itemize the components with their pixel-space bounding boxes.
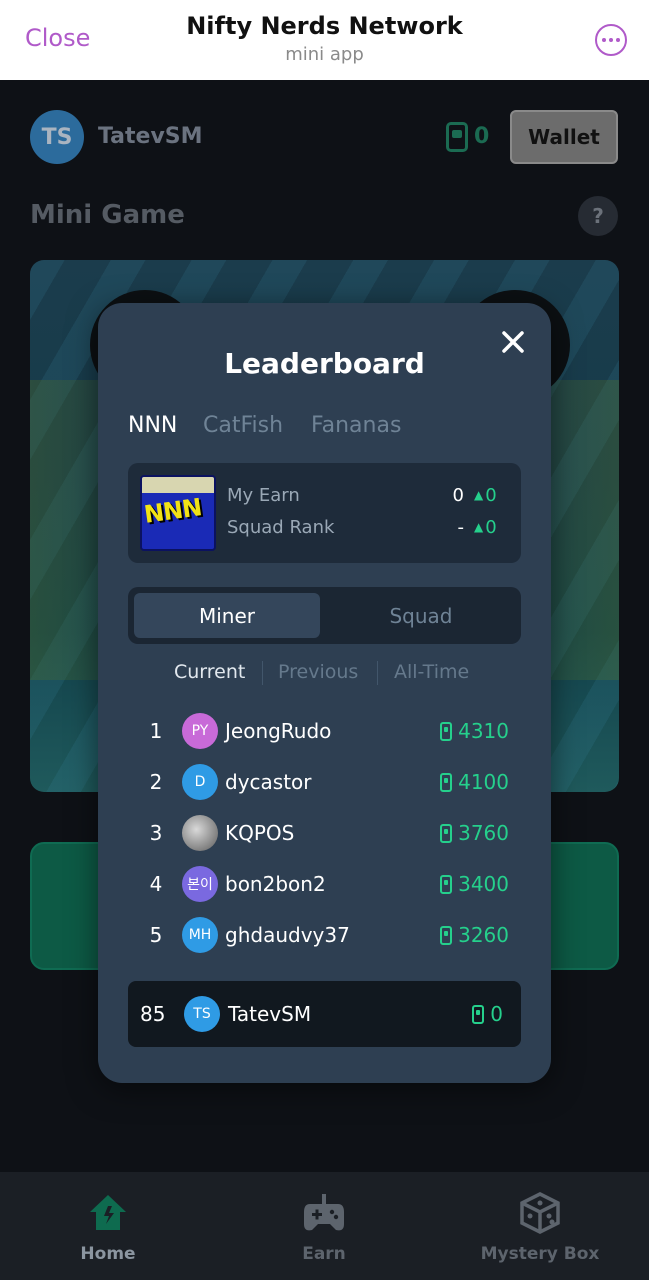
nav-home[interactable]: Home <box>0 1172 216 1280</box>
coin-icon <box>440 721 453 741</box>
squad-tab[interactable]: Squad <box>328 593 514 638</box>
player-amount: 3760 <box>440 821 509 845</box>
leaderboard-list[interactable]: 1 PY JeongRudo 4310 2 D dycastor 4100 3 … <box>98 703 551 983</box>
period-current[interactable]: Current <box>174 661 245 683</box>
period-tabs: Current Previous All-Time <box>98 659 551 689</box>
avatar: D <box>182 764 218 800</box>
player-name: bon2bon2 <box>225 872 326 896</box>
nav-earn-label: Earn <box>302 1244 346 1264</box>
my-name: TatevSM <box>228 1002 312 1026</box>
player-amount: 4310 <box>440 719 509 743</box>
coin-icon <box>440 925 453 945</box>
avatar[interactable]: TS <box>30 110 84 164</box>
username: TatevSM <box>98 124 203 149</box>
leaderboard-modal: Leaderboard NNN CatFish Fananas NNN My E… <box>98 303 551 1083</box>
player-name: dycastor <box>225 770 312 794</box>
my-amount: 0 <box>472 1002 503 1026</box>
coin-icon <box>472 1004 485 1024</box>
period-previous[interactable]: Previous <box>278 661 358 683</box>
player-name: ghdaudvy37 <box>225 923 350 947</box>
leaderboard-row[interactable]: 5 MH ghdaudvy37 3260 <box>98 909 551 960</box>
app-title: Nifty Nerds Network <box>186 12 463 40</box>
player-name: KQPOS <box>225 821 295 845</box>
nav-earn[interactable]: Earn <box>216 1172 432 1280</box>
nnn-logo: NNN <box>140 475 216 551</box>
tab-catfish[interactable]: CatFish <box>203 413 283 438</box>
nav-home-label: Home <box>80 1244 136 1264</box>
nav-mystery-label: Mystery Box <box>480 1244 600 1264</box>
coin-icon <box>440 823 453 843</box>
wallet-button[interactable]: Wallet <box>510 110 618 164</box>
player-amount: 3260 <box>440 923 509 947</box>
my-earn-label: My Earn <box>227 485 300 506</box>
player-amount: 4100 <box>440 770 509 794</box>
up-arrow-icon: ▲ <box>474 520 484 534</box>
leaderboard-row[interactable]: 4 본이 bon2bon2 3400 <box>98 858 551 909</box>
avatar: 본이 <box>182 866 218 902</box>
help-icon[interactable]: ? <box>578 196 618 236</box>
squad-rank-row: Squad Rank - ▲ 0 <box>227 517 511 543</box>
home-icon <box>90 1195 126 1230</box>
my-rank-row: 85 TS TatevSM 0 <box>128 981 521 1047</box>
avatar: PY <box>182 713 218 749</box>
tab-fananas[interactable]: Fananas <box>311 413 401 438</box>
balance-value: 0 <box>474 124 490 149</box>
leaderboard-row[interactable]: 3 KQPOS 3760 <box>98 807 551 858</box>
my-earn-card: NNN My Earn 0 ▲ 0 Squad Rank - ▲ 0 <box>128 463 521 563</box>
miner-squad-toggle: Miner Squad <box>128 587 521 644</box>
mini-app-header: Close Nifty Nerds Network mini app <box>0 0 649 80</box>
player-name: JeongRudo <box>225 719 332 743</box>
coin-icon <box>440 874 453 894</box>
my-earn-delta: ▲ 0 <box>474 485 497 506</box>
period-all-time[interactable]: All-Time <box>394 661 469 683</box>
nav-mystery-box[interactable]: Mystery Box <box>432 1172 648 1280</box>
squad-rank-delta: ▲ 0 <box>474 517 497 538</box>
my-earn-value: 0 <box>452 485 464 506</box>
coin-icon <box>446 122 468 152</box>
bottom-nav: Home Earn Mystery Box <box>0 1172 649 1280</box>
section-title: Mini Game <box>30 200 185 230</box>
squad-rank-value: - <box>457 517 465 538</box>
avatar <box>182 815 218 851</box>
miner-tab[interactable]: Miner <box>134 593 320 638</box>
app-subtitle: mini app <box>285 44 364 65</box>
avatar: MH <box>182 917 218 953</box>
up-arrow-icon: ▲ <box>474 488 484 502</box>
avatar: TS <box>184 996 220 1032</box>
more-options-icon[interactable] <box>595 24 627 56</box>
leaderboard-row[interactable]: 1 PY JeongRudo 4310 <box>98 705 551 756</box>
squad-rank-label: Squad Rank <box>227 517 335 538</box>
dice-box-icon <box>520 1192 560 1234</box>
modal-title: Leaderboard <box>224 347 425 380</box>
leaderboard-row[interactable]: 2 D dycastor 4100 <box>98 756 551 807</box>
gamepad-icon <box>304 1194 344 1231</box>
tab-nnn[interactable]: NNN <box>128 413 177 438</box>
my-rank: 85 <box>140 1002 166 1026</box>
player-amount: 3400 <box>440 872 509 896</box>
coin-icon <box>440 772 453 792</box>
my-earn-row: My Earn 0 ▲ 0 <box>227 485 511 511</box>
